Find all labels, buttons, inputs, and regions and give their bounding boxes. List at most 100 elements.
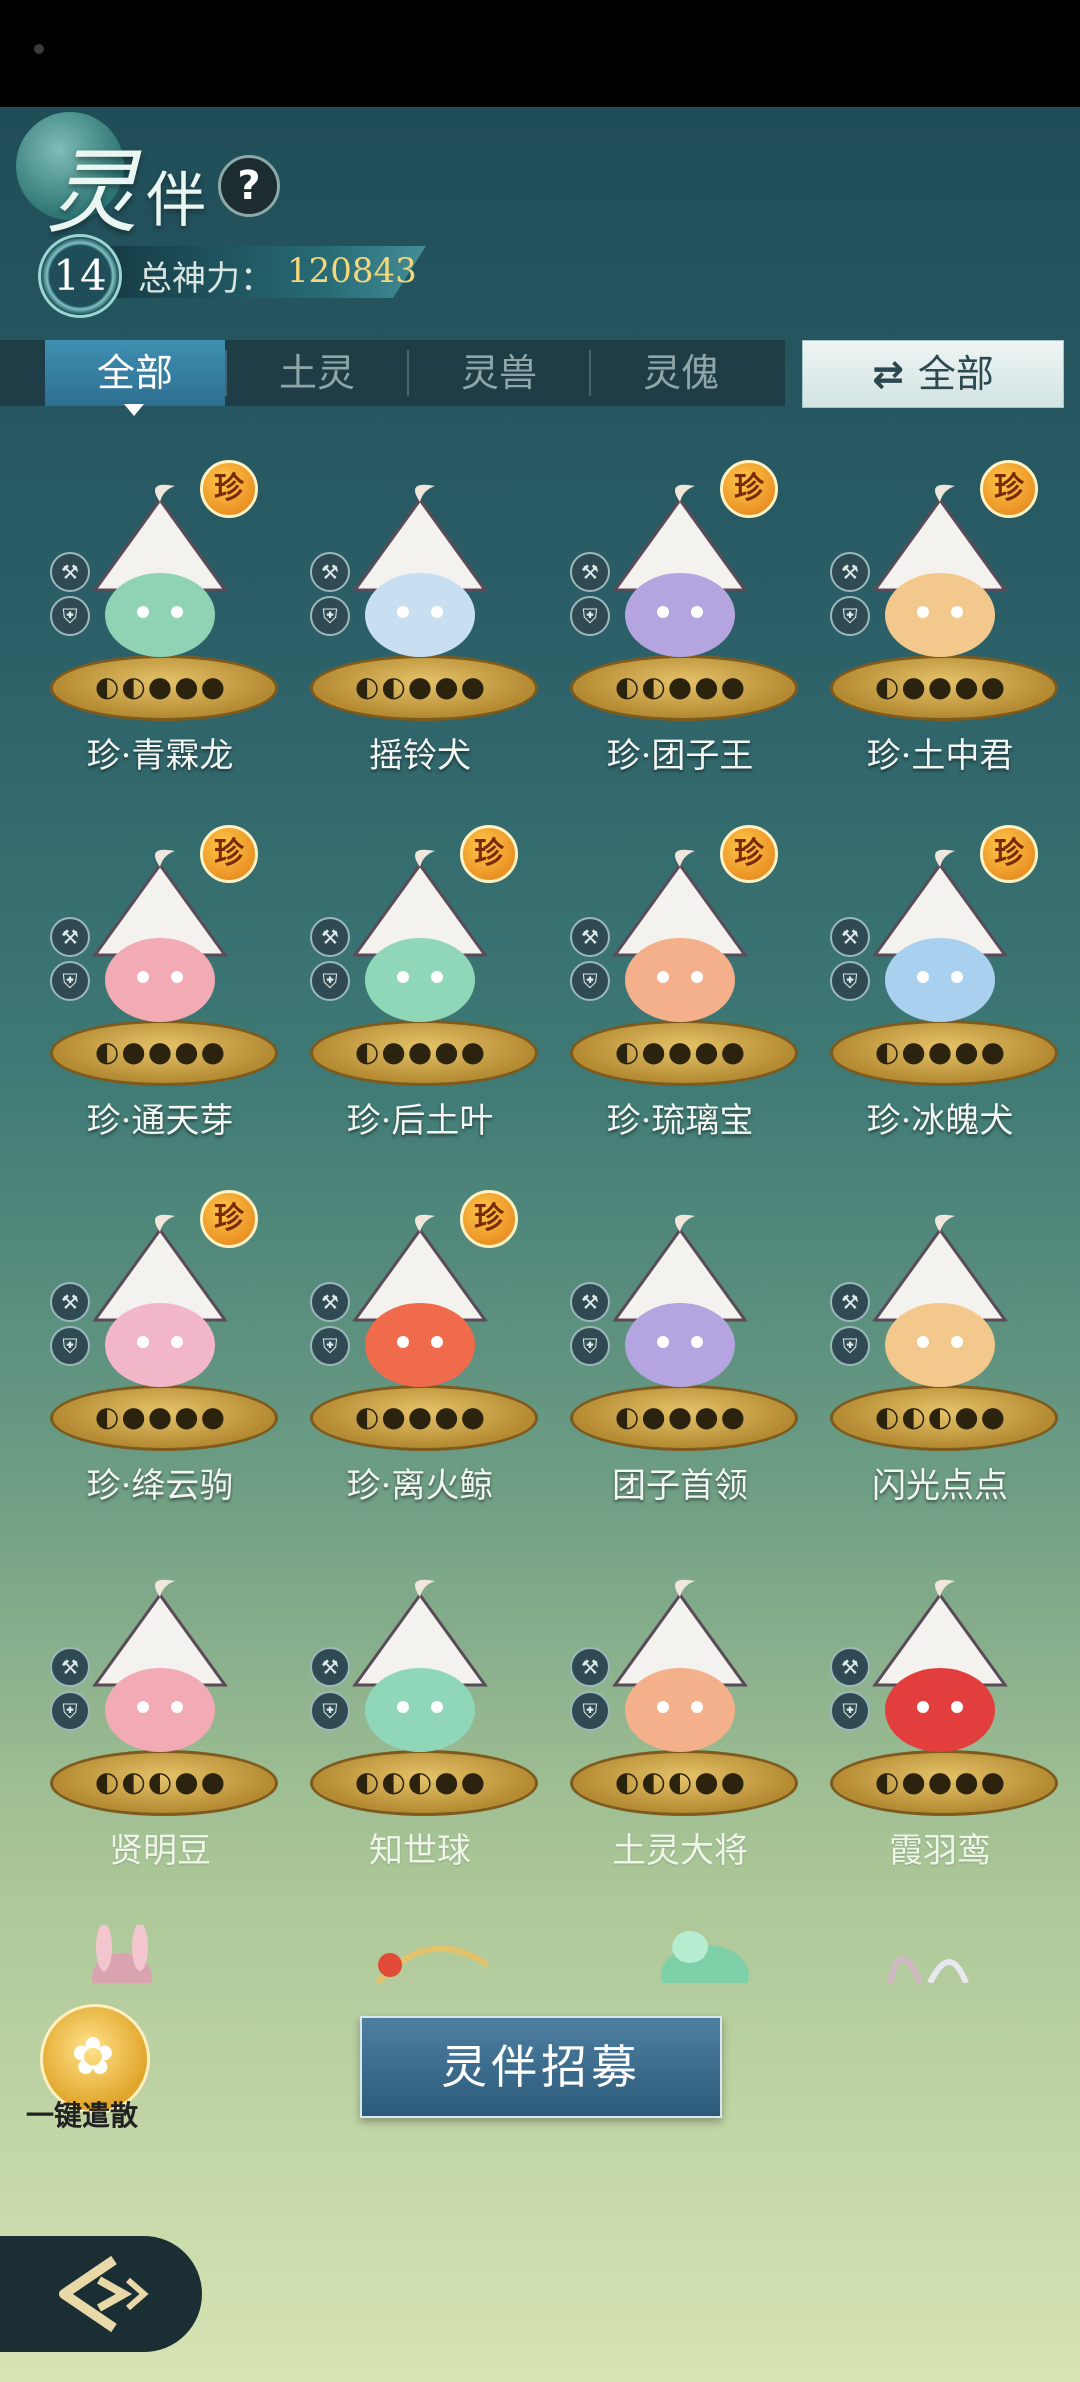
companion-name: 珍·绛云驹 bbox=[86, 1466, 234, 1506]
tab-all[interactable]: 全部 bbox=[45, 340, 225, 406]
shield-icon[interactable]: ⛨ bbox=[570, 596, 610, 636]
star-rating: ◐●●●● bbox=[94, 1400, 228, 1433]
companion-name: 霞羽鸾 bbox=[889, 1831, 991, 1871]
companion-card[interactable]: ◐●●●● ⚒ ⛨ 珍珍·琉璃宝 bbox=[560, 805, 800, 1145]
creature-illustration bbox=[872, 1214, 1008, 1387]
gear-upgrade-icon[interactable]: ⚒ bbox=[50, 1647, 90, 1687]
star-rating: ◐●●●● bbox=[354, 1400, 488, 1433]
companion-name: 珍·通天芽 bbox=[86, 1101, 234, 1141]
shield-icon[interactable]: ⛨ bbox=[830, 1326, 870, 1366]
companion-name: 知世球 bbox=[369, 1831, 471, 1871]
companion-card[interactable]: ◐●●●● ⚒ ⛨ 珍珍·离火鲸 bbox=[300, 1170, 540, 1510]
shield-icon[interactable]: ⛨ bbox=[310, 1691, 350, 1731]
companion-name: 土灵大将 bbox=[612, 1831, 748, 1871]
status-bar bbox=[0, 0, 1080, 107]
rare-badge: 珍 bbox=[200, 825, 258, 883]
companion-card[interactable]: ◐◐◐●● ⚒ ⛨ 土灵大将 bbox=[560, 1535, 800, 1875]
tab-earth-spirit[interactable]: 土灵 bbox=[227, 340, 407, 406]
star-rating: ◐●●●● bbox=[354, 1035, 488, 1068]
creature-illustration bbox=[352, 484, 488, 657]
companion-card[interactable]: ◐◐●●● ⚒ ⛨ 摇铃犬 bbox=[300, 440, 540, 780]
shield-icon[interactable]: ⛨ bbox=[310, 1326, 350, 1366]
companion-card[interactable]: ◐●●●● ⚒ ⛨ 珍珍·后土叶 bbox=[300, 805, 540, 1145]
rare-badge: 珍 bbox=[980, 460, 1038, 518]
gear-upgrade-icon[interactable]: ⚒ bbox=[310, 1282, 350, 1322]
shield-icon[interactable]: ⛨ bbox=[570, 1326, 610, 1366]
level-badge: 14 bbox=[38, 234, 122, 318]
star-rating: ◐◐◐●● bbox=[354, 1765, 488, 1798]
star-rating: ◐◐◐●● bbox=[94, 1765, 228, 1798]
shield-icon[interactable]: ⛨ bbox=[830, 961, 870, 1001]
gear-upgrade-icon[interactable]: ⚒ bbox=[50, 1282, 90, 1322]
shield-icon[interactable]: ⛨ bbox=[310, 596, 350, 636]
star-rating: ◐●●●● bbox=[874, 1035, 1008, 1068]
partial-card bbox=[60, 1925, 180, 1983]
gear-upgrade-icon[interactable]: ⚒ bbox=[310, 552, 350, 592]
back-button[interactable] bbox=[0, 2236, 202, 2352]
shield-icon[interactable]: ⛨ bbox=[50, 1691, 90, 1731]
companion-card[interactable]: ◐●●●● ⚒ ⛨ 团子首领 bbox=[560, 1170, 800, 1510]
rare-badge: 珍 bbox=[460, 825, 518, 883]
star-rating: ◐◐◐●● bbox=[614, 1765, 748, 1798]
companion-card[interactable]: ◐◐◐●● ⚒ ⛨ 闪光点点 bbox=[820, 1170, 1060, 1510]
companion-card[interactable]: ◐◐◐●● ⚒ ⛨ 知世球 bbox=[300, 1535, 540, 1875]
shield-icon[interactable]: ⛨ bbox=[570, 961, 610, 1001]
gear-upgrade-icon[interactable]: ⚒ bbox=[50, 552, 90, 592]
creature-peek bbox=[661, 1931, 749, 1983]
companion-card[interactable]: ◐●●●● ⚒ ⛨ 珍珍·通天芽 bbox=[40, 805, 280, 1145]
shield-icon[interactable]: ⛨ bbox=[570, 1691, 610, 1731]
gear-upgrade-icon[interactable]: ⚒ bbox=[570, 1647, 610, 1687]
gear-upgrade-icon[interactable]: ⚒ bbox=[570, 552, 610, 592]
gear-upgrade-icon[interactable]: ⚒ bbox=[570, 1282, 610, 1322]
shield-icon[interactable]: ⛨ bbox=[830, 1691, 870, 1731]
help-button[interactable]: ? bbox=[218, 155, 280, 217]
shield-icon[interactable]: ⛨ bbox=[50, 596, 90, 636]
companion-name: 摇铃犬 bbox=[369, 736, 471, 776]
filter-button[interactable]: ⇄ 全部 bbox=[802, 340, 1064, 408]
star-rating: ◐◐●●● bbox=[354, 670, 488, 703]
companion-name: 团子首领 bbox=[612, 1466, 748, 1506]
companion-card[interactable]: ◐●●●● ⚒ ⛨ 珍珍·绛云驹 bbox=[40, 1170, 280, 1510]
shield-icon[interactable]: ⛨ bbox=[830, 596, 870, 636]
companion-name: 珍·土中君 bbox=[866, 736, 1014, 776]
filter-label: 全部 bbox=[917, 352, 994, 396]
companion-name: 闪光点点 bbox=[872, 1466, 1008, 1506]
gear-upgrade-icon[interactable]: ⚒ bbox=[50, 917, 90, 957]
gear-upgrade-icon[interactable]: ⚒ bbox=[830, 1647, 870, 1687]
paw-icon: ✿ bbox=[71, 2027, 115, 2087]
shield-icon[interactable]: ⛨ bbox=[50, 1326, 90, 1366]
tab-spirit-beast[interactable]: 灵兽 bbox=[409, 340, 589, 406]
star-rating: ◐●●●● bbox=[874, 1765, 1008, 1798]
partial-card bbox=[368, 1925, 488, 1983]
companion-card[interactable]: ◐●●●● ⚒ ⛨ 霞羽鸾 bbox=[820, 1535, 1060, 1875]
companion-card[interactable]: ◐◐●●● ⚒ ⛨ 珍珍·团子王 bbox=[560, 440, 800, 780]
partial-card bbox=[870, 1925, 990, 1983]
gear-upgrade-icon[interactable]: ⚒ bbox=[830, 1282, 870, 1322]
shield-icon[interactable]: ⛨ bbox=[50, 961, 90, 1001]
creature-illustration bbox=[612, 1214, 748, 1387]
gear-upgrade-icon[interactable]: ⚒ bbox=[570, 917, 610, 957]
rare-badge: 珍 bbox=[200, 1190, 258, 1248]
companion-card[interactable]: ◐◐●●● ⚒ ⛨ 珍珍·青霖龙 bbox=[40, 440, 280, 780]
companion-card[interactable]: ◐●●●● ⚒ ⛨ 珍珍·冰魄犬 bbox=[820, 805, 1060, 1145]
rare-badge: 珍 bbox=[720, 825, 778, 883]
companion-name: 珍·团子王 bbox=[606, 736, 754, 776]
recruit-button[interactable]: 灵伴招募 bbox=[360, 2016, 722, 2118]
rare-badge: 珍 bbox=[720, 460, 778, 518]
companion-name: 珍·离火鲸 bbox=[346, 1466, 494, 1506]
companion-card[interactable]: ◐●●●● ⚒ ⛨ 珍珍·土中君 bbox=[820, 440, 1060, 780]
creature-illustration bbox=[352, 1579, 488, 1752]
shield-icon[interactable]: ⛨ bbox=[310, 961, 350, 1001]
gear-upgrade-icon[interactable]: ⚒ bbox=[310, 1647, 350, 1687]
companion-card[interactable]: ◐◐◐●● ⚒ ⛨ 贤明豆 bbox=[40, 1535, 280, 1875]
companion-name: 贤明豆 bbox=[109, 1831, 211, 1871]
star-rating: ◐●●●● bbox=[874, 670, 1008, 703]
tab-spirit-puppet[interactable]: 灵傀 bbox=[591, 340, 771, 406]
creature-peek bbox=[887, 1956, 969, 1983]
star-rating: ◐●●●● bbox=[614, 1035, 748, 1068]
gear-upgrade-icon[interactable]: ⚒ bbox=[830, 552, 870, 592]
gear-upgrade-icon[interactable]: ⚒ bbox=[830, 917, 870, 957]
rare-badge: 珍 bbox=[460, 1190, 518, 1248]
page-title-main: 灵 bbox=[46, 139, 139, 246]
gear-upgrade-icon[interactable]: ⚒ bbox=[310, 917, 350, 957]
